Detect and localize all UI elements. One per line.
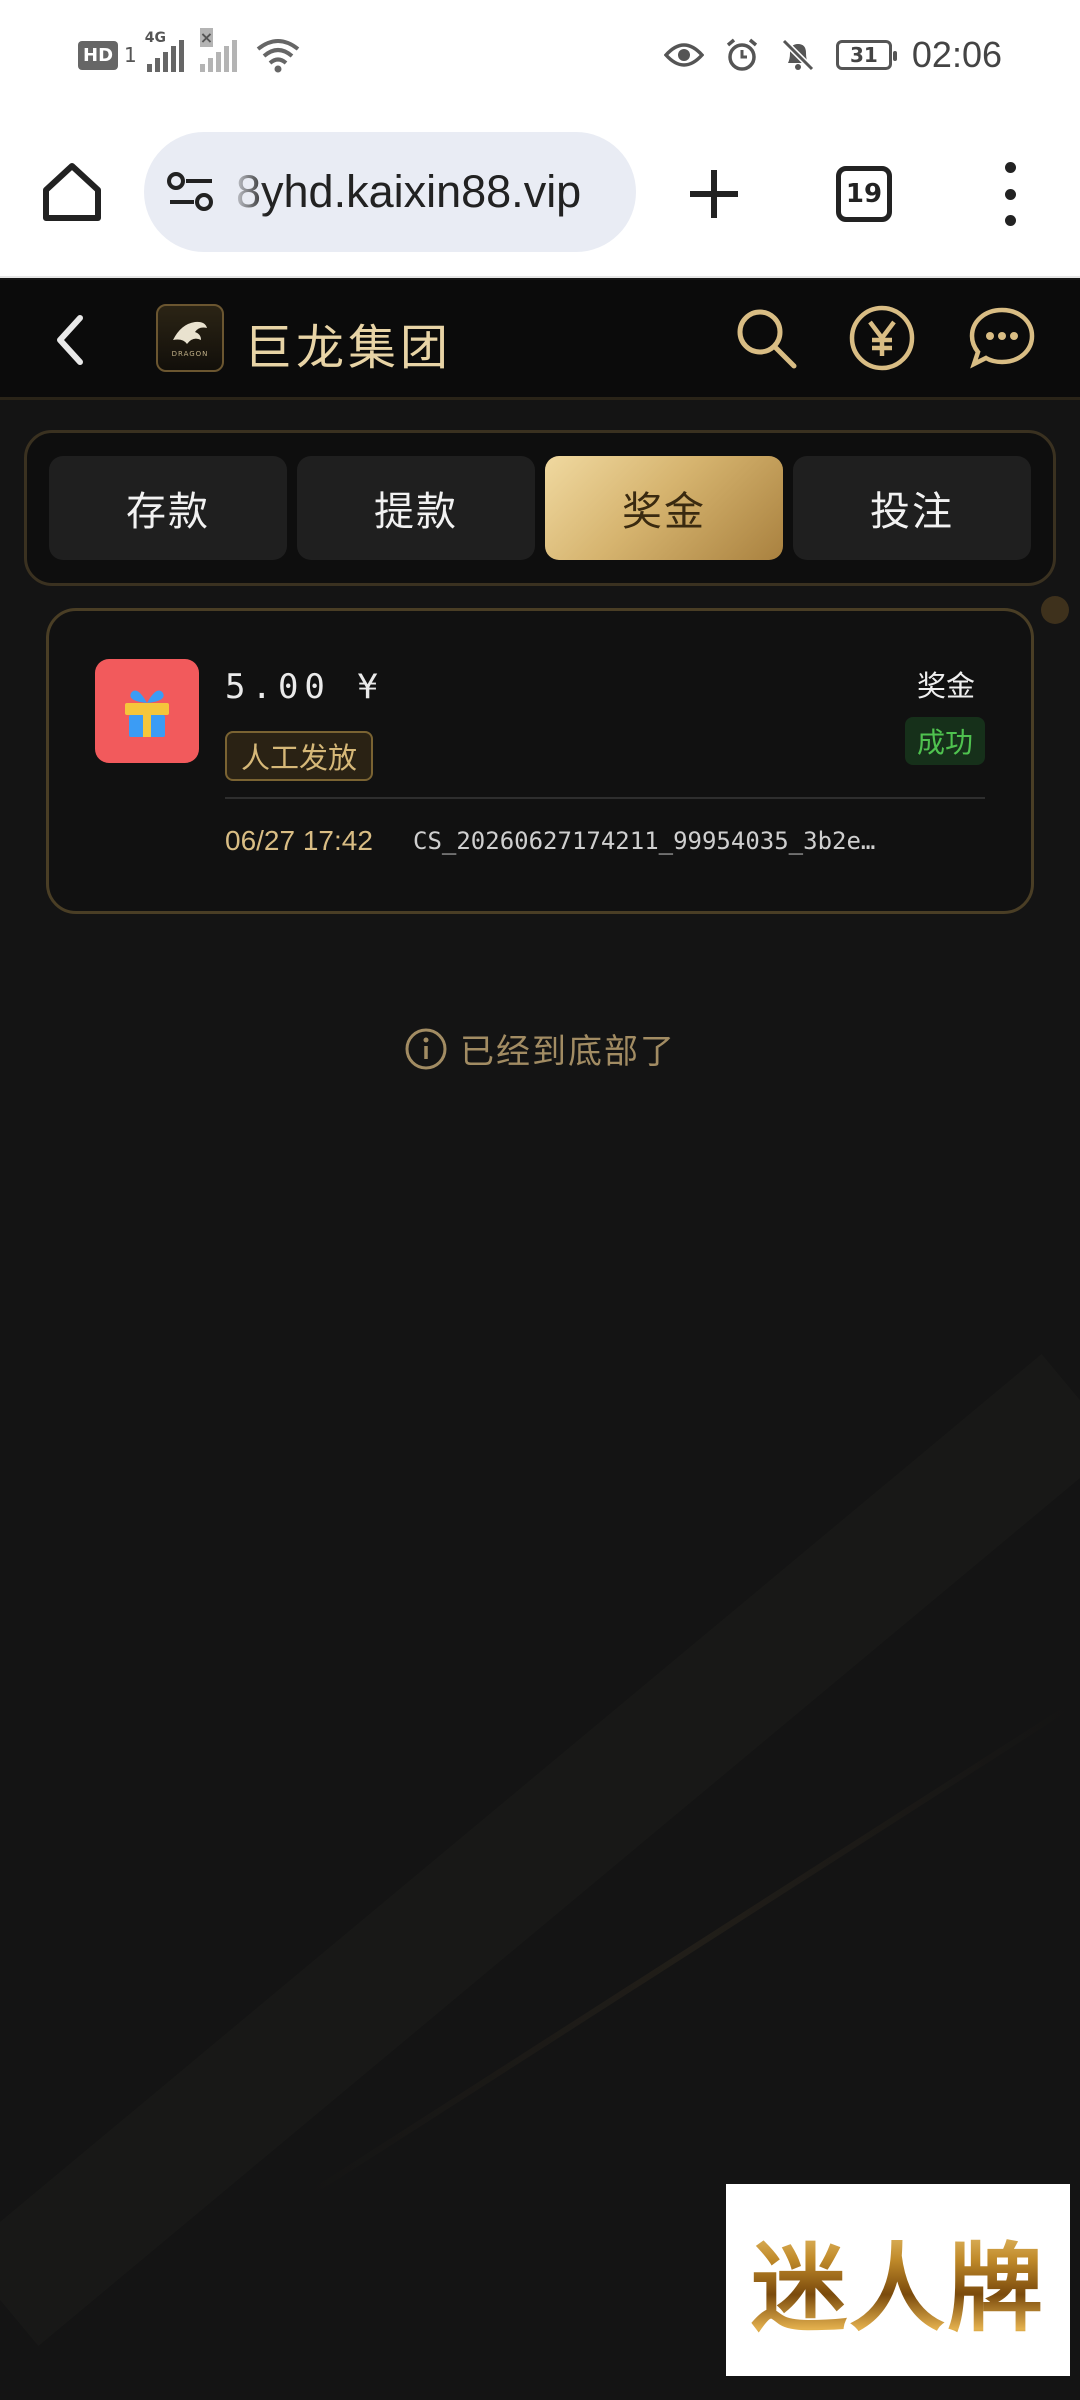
- dragon-logo-icon: [173, 321, 207, 344]
- more-vert-icon[interactable]: [990, 162, 1030, 226]
- chat-icon[interactable]: [966, 302, 1038, 374]
- tune-icon[interactable]: [166, 171, 216, 213]
- sim2-no-signal-mark: ×: [199, 28, 214, 47]
- yuan-icon[interactable]: [846, 302, 918, 374]
- record-datetime: 06/27 17:42: [225, 825, 373, 856]
- browser-toolbar: 8yhd.kaixin88.vip 19: [0, 110, 1080, 278]
- tab-deposit[interactable]: 存款: [49, 456, 287, 560]
- wifi-icon: [256, 39, 299, 73]
- tab-bonus[interactable]: 奖金: [545, 456, 783, 560]
- tab-switcher-button[interactable]: 19: [836, 166, 892, 222]
- status-bar-left: HD 1 4G ×: [78, 28, 301, 78]
- battery-icon: 31: [835, 40, 897, 70]
- transaction-id: CS_20260627174211_99954035_3b2e…: [413, 827, 876, 855]
- eye-icon: [663, 43, 704, 67]
- record-amount: 5.00 ¥: [225, 667, 384, 707]
- record-type-tabs: 存款 提款 奖金 投注: [24, 430, 1056, 586]
- record-type-label: 奖金: [916, 669, 975, 703]
- status-badge: 成功: [905, 717, 985, 765]
- overlay-ad-text: 迷人牌: [751, 2211, 1045, 2350]
- app-logo: DRAGON: [156, 304, 224, 372]
- clock-time: 02:06: [911, 34, 1002, 75]
- end-of-list-text: 已经到底部了: [460, 1032, 676, 1072]
- hd-sub-indicator: 1: [124, 43, 137, 67]
- hd-indicator: HD: [78, 40, 119, 70]
- back-icon[interactable]: [46, 310, 96, 370]
- plus-icon[interactable]: [686, 166, 742, 222]
- gift-icon-glyph: [125, 690, 169, 737]
- overlay-watermark-ad: 迷人牌: [726, 2184, 1070, 2376]
- network-type-label: 4G: [144, 30, 166, 46]
- mute-bell-icon: [781, 38, 815, 72]
- end-of-list: 已经到底部了: [0, 1024, 1080, 1073]
- signal-icon-sim2: ×: [199, 28, 237, 72]
- logo-text: DRAGON: [171, 350, 209, 358]
- info-icon: [405, 1028, 447, 1069]
- distribution-method-badge: 人工发放: [225, 731, 374, 781]
- address-bar[interactable]: 8yhd.kaixin88.vip: [144, 132, 636, 252]
- tab-withdraw[interactable]: 提款: [297, 456, 535, 560]
- gift-icon: [95, 659, 199, 763]
- signal-icon-sim1: 4G: [145, 30, 184, 72]
- status-bar-right: 31 02:06: [663, 28, 1002, 82]
- alarm-icon: [726, 38, 758, 71]
- home-icon[interactable]: [38, 158, 106, 226]
- tab-bets[interactable]: 投注: [793, 456, 1031, 560]
- bonus-record-card[interactable]: 5.00 ¥ 人工发放 奖金 成功 06/27 17:42 CS_2026062…: [46, 608, 1034, 914]
- app-title: 巨龙集团: [244, 320, 453, 376]
- status-bar: HD 1 4G × 31 02:06: [0, 0, 1080, 110]
- url-text[interactable]: 8yhd.kaixin88.vip: [236, 166, 581, 218]
- card-divider: [225, 797, 985, 799]
- app-header: DRAGON 巨龙集团: [0, 280, 1080, 400]
- search-icon[interactable]: [730, 302, 802, 374]
